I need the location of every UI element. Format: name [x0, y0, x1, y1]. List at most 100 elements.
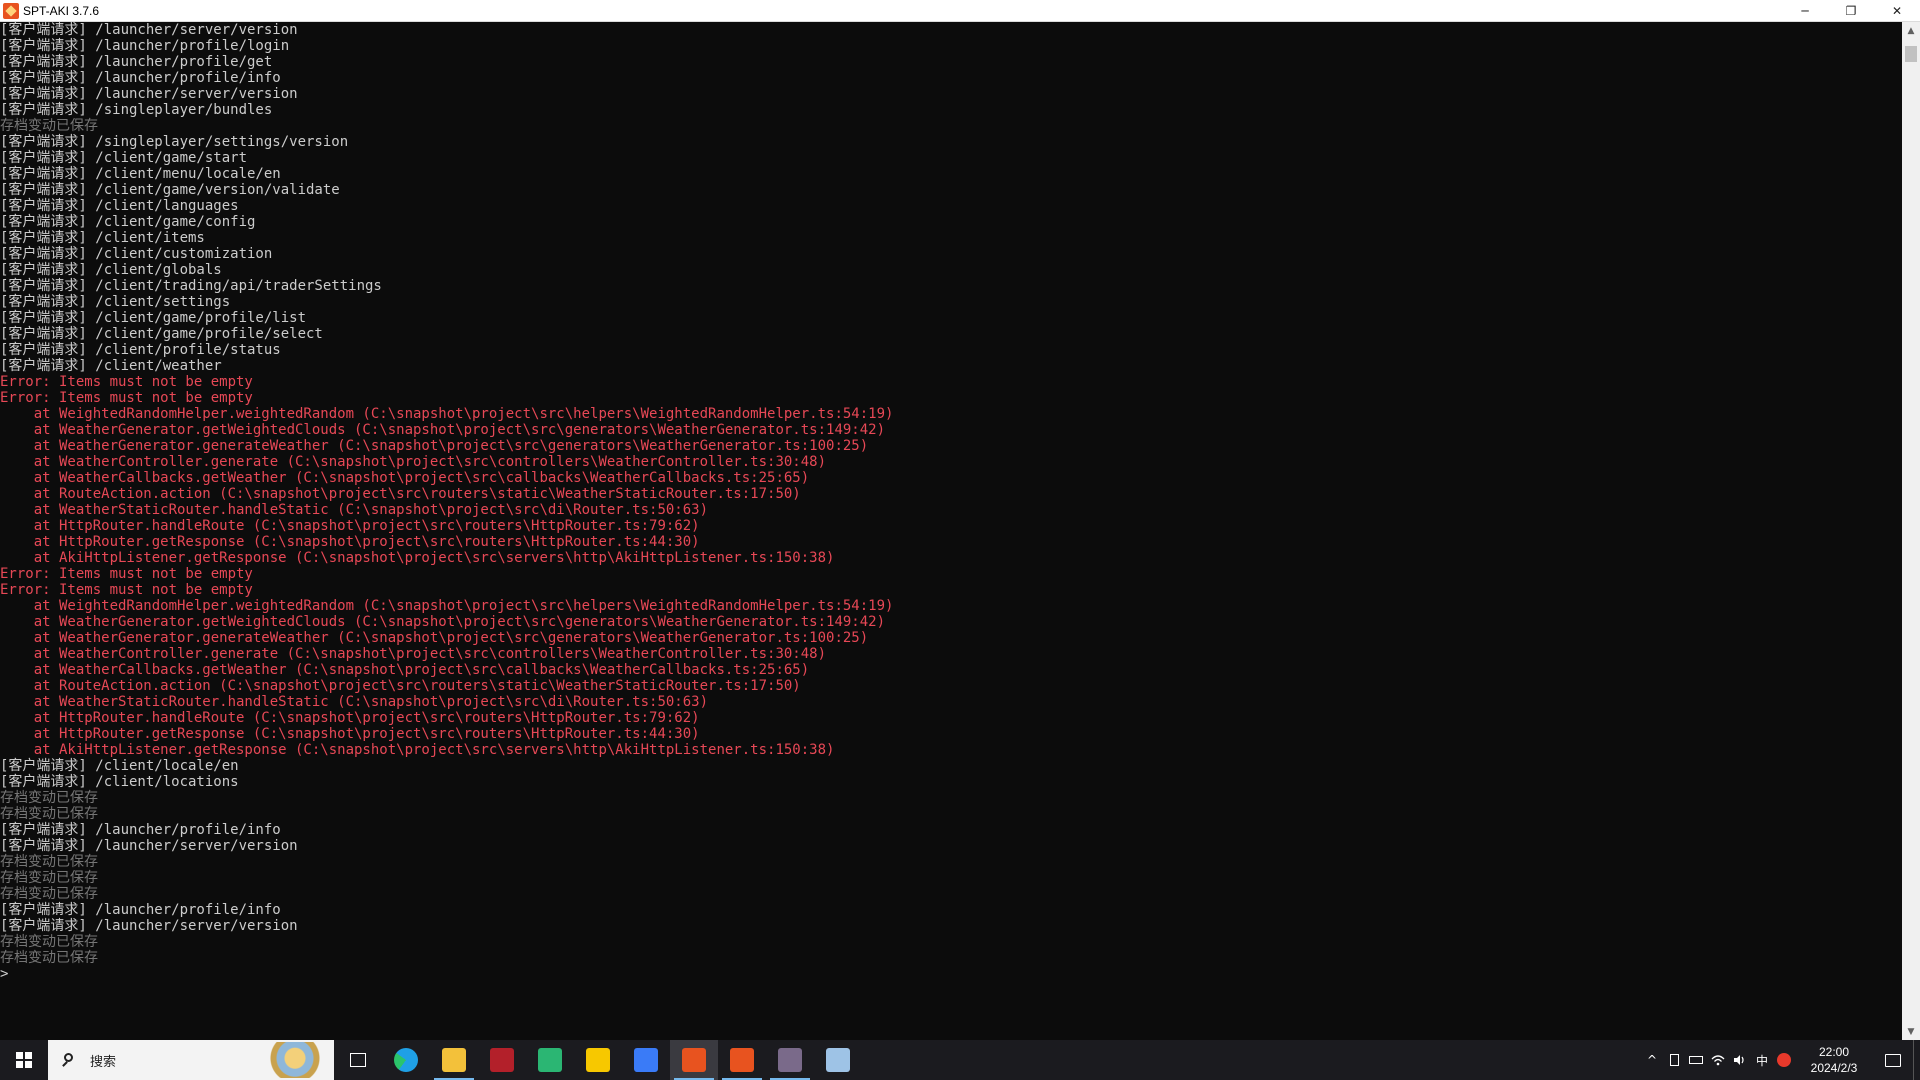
console-error-line: at WeatherGenerator.generateWeather (C:\…	[0, 630, 869, 646]
task-view-taskbar-button[interactable]	[334, 1040, 382, 1080]
notification-center-button[interactable]	[1873, 1040, 1913, 1080]
console-save-line: 存档变动已保存	[0, 806, 98, 822]
show-desktop-button[interactable]	[1913, 1040, 1920, 1080]
console-line: [客户端请求] /client/weather	[0, 358, 222, 374]
console-error-line: at WeatherCallbacks.getWeather (C:\snaps…	[0, 662, 810, 678]
console-error-line: Error: Items must not be empty	[0, 582, 253, 598]
tarkov-game-taskbar-button[interactable]	[766, 1040, 814, 1080]
console-line: [客户端请求] /launcher/server/version	[0, 22, 298, 38]
show-hidden-icons-chevron-icon[interactable]: ^	[1641, 1040, 1663, 1080]
feishu-icon	[634, 1048, 658, 1072]
console-save-line: 存档变动已保存	[0, 854, 98, 870]
console-line: [客户端请求] /client/languages	[0, 198, 239, 214]
console-save-line: 存档变动已保存	[0, 118, 98, 134]
console-line: >	[0, 966, 9, 982]
snipping-tool-taskbar-button[interactable]	[814, 1040, 862, 1080]
taskbar-search-box[interactable]: 搜索	[48, 1040, 334, 1080]
console-error-line: at WeatherGenerator.getWeightedClouds (C…	[0, 422, 886, 438]
snipping-tool-icon	[826, 1048, 850, 1072]
security-app-tray-icon[interactable]	[1773, 1040, 1795, 1080]
console-error-line: at WeatherController.generate (C:\snapsh…	[0, 454, 827, 470]
console-error-line: at RouteAction.action (C:\snapshot\proje…	[0, 486, 801, 502]
green-app-taskbar-button[interactable]	[526, 1040, 574, 1080]
start-button[interactable]	[0, 1040, 48, 1080]
console-error-line: at WeatherGenerator.getWeightedClouds (C…	[0, 614, 886, 630]
console-line: [客户端请求] /singleplayer/bundles	[0, 102, 273, 118]
console-error-line: Error: Items must not be empty	[0, 374, 253, 390]
console-line: [客户端请求] /client/profile/status	[0, 342, 281, 358]
feishu-taskbar-button[interactable]	[622, 1040, 670, 1080]
taskbar-app-list	[334, 1040, 862, 1080]
console-line: [客户端请求] /client/game/start	[0, 150, 248, 166]
console-output[interactable]: [客户端请求] /launcher/server/version [客户端请求] …	[0, 22, 1902, 1040]
console-error-line: at HttpRouter.handleRoute (C:\snapshot\p…	[0, 518, 700, 534]
scroll-down-arrow-icon[interactable]: ▼	[1902, 1023, 1920, 1040]
notification-icon	[1885, 1053, 1901, 1067]
console-line: [客户端请求] /launcher/profile/info	[0, 902, 281, 918]
game-app-taskbar-button[interactable]	[478, 1040, 526, 1080]
console-line: [客户端请求] /client/game/version/validate	[0, 182, 340, 198]
scrollbar-thumb[interactable]	[1905, 46, 1917, 62]
spt-aki-launcher-taskbar-button[interactable]	[718, 1040, 766, 1080]
game-app-icon	[490, 1048, 514, 1072]
console-line: [客户端请求] /client/trading/api/traderSettin…	[0, 278, 382, 294]
edge-icon	[394, 1048, 418, 1072]
console-error-line: at HttpRouter.getResponse (C:\snapshot\p…	[0, 534, 700, 550]
console-error-line: at WeightedRandomHelper.weightedRandom (…	[0, 406, 894, 422]
console-error-line: Error: Items must not be empty	[0, 390, 253, 406]
console-line: [客户端请求] /client/locations	[0, 774, 239, 790]
console-error-line: at WeatherStaticRouter.handleStatic (C:\…	[0, 694, 709, 710]
spt-aki-launcher-icon	[730, 1048, 754, 1072]
file-explorer-icon	[442, 1048, 466, 1072]
console-line: [客户端请求] /launcher/server/version	[0, 86, 298, 102]
console-line: [客户端请求] /client/customization	[0, 246, 273, 262]
search-highlight-art	[260, 1042, 330, 1078]
console-line: [客户端请求] /launcher/server/version	[0, 918, 298, 934]
console-line: [客户端请求] /launcher/profile/login	[0, 38, 290, 54]
taskbar: 搜索 ^ 中 22:00 2024/2/3	[0, 1040, 1920, 1080]
spt-aki-server-icon	[682, 1048, 706, 1072]
window-title-bar[interactable]: SPT-AKI 3.7.6 ─ ❐ ✕	[0, 0, 1920, 22]
file-explorer-taskbar-button[interactable]	[430, 1040, 478, 1080]
potplayer-icon	[586, 1048, 610, 1072]
task-view-icon	[350, 1053, 366, 1067]
console-line: [客户端请求] /client/items	[0, 230, 205, 246]
console-line: [客户端请求] /client/menu/locale/en	[0, 166, 281, 182]
console-line: [客户端请求] /client/game/profile/list	[0, 310, 307, 326]
restore-button[interactable]: ❐	[1828, 0, 1874, 22]
close-button[interactable]: ✕	[1874, 0, 1920, 22]
system-tray: ^ 中 22:00 2024/2/3	[1641, 1040, 1920, 1080]
console-line: [客户端请求] /client/game/profile/select	[0, 326, 323, 342]
tarkov-game-icon	[778, 1048, 802, 1072]
scroll-up-arrow-icon[interactable]: ▲	[1902, 22, 1920, 39]
edge-taskbar-button[interactable]	[382, 1040, 430, 1080]
console-scrollbar[interactable]: ▲ ▼	[1902, 22, 1920, 1040]
console-line: [客户端请求] /launcher/profile/get	[0, 54, 273, 70]
spt-aki-app-icon	[3, 2, 19, 19]
spt-aki-server-taskbar-button[interactable]	[670, 1040, 718, 1080]
windows-logo-icon	[16, 1052, 32, 1068]
input-method-indicator[interactable]: 中	[1751, 1040, 1773, 1080]
console-line: [客户端请求] /client/game/config	[0, 214, 256, 230]
console-error-line: at WeightedRandomHelper.weightedRandom (…	[0, 598, 894, 614]
console-error-line: at WeatherStaticRouter.handleStatic (C:\…	[0, 502, 709, 518]
volume-icon[interactable]	[1729, 1040, 1751, 1080]
console-error-line: at AkiHttpListener.getResponse (C:\snaps…	[0, 742, 835, 758]
console-error-line: at WeatherGenerator.generateWeather (C:\…	[0, 438, 869, 454]
console-line: [客户端请求] /client/globals	[0, 262, 222, 278]
battery-icon[interactable]	[1685, 1040, 1707, 1080]
tablet-icon[interactable]	[1663, 1040, 1685, 1080]
network-icon[interactable]	[1707, 1040, 1729, 1080]
taskbar-clock[interactable]: 22:00 2024/2/3	[1795, 1040, 1873, 1080]
console-error-line: at AkiHttpListener.getResponse (C:\snaps…	[0, 550, 835, 566]
console-save-line: 存档变动已保存	[0, 790, 98, 806]
console-line: [客户端请求] /launcher/profile/info	[0, 70, 281, 86]
console-save-line: 存档变动已保存	[0, 934, 98, 950]
potplayer-taskbar-button[interactable]	[574, 1040, 622, 1080]
green-app-icon	[538, 1048, 562, 1072]
minimize-button[interactable]: ─	[1782, 0, 1828, 22]
console-error-line: at RouteAction.action (C:\snapshot\proje…	[0, 678, 801, 694]
console-error-line: at WeatherCallbacks.getWeather (C:\snaps…	[0, 470, 810, 486]
clock-date: 2024/2/3	[1810, 1061, 1858, 1075]
console-line: [客户端请求] /client/locale/en	[0, 758, 239, 774]
